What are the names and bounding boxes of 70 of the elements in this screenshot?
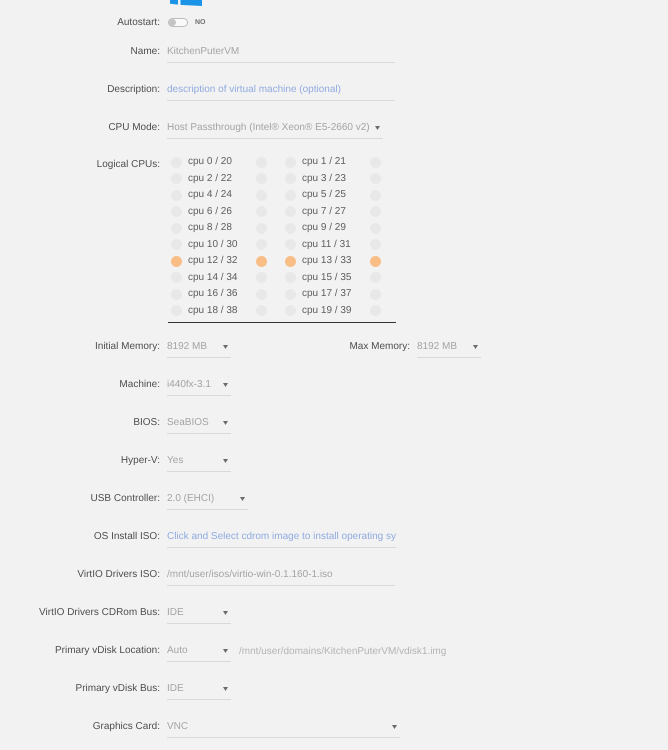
cpu-label: cpu 1 / 21 <box>302 155 347 170</box>
dropdown-select[interactable]: VNC <box>167 716 400 738</box>
field-label: VirtIO Drivers ISO: <box>76 568 160 582</box>
cpu-label: cpu 19 / 39 <box>302 304 352 318</box>
dropdown-select[interactable]: Host Passthrough (Intel® Xeon® E5-2660 v2) <box>167 118 383 138</box>
field-label: VirtIO Drivers CDRom Bus: <box>38 606 160 620</box>
field-label: Name: <box>130 45 160 59</box>
cpu-label: cpu 14 / 34 <box>188 270 238 285</box>
field-label: Graphics Card: <box>92 720 160 734</box>
tile-logo-icon <box>170 0 202 6</box>
text-field[interactable]: KitchenPuterVM <box>167 42 395 62</box>
caret-icon <box>223 610 228 614</box>
vdisk-path-text: /mnt/user/domains/KitchenPuterVM/vdisk1.img <box>239 644 446 658</box>
cpu-label: cpu 13 / 33 <box>302 254 352 268</box>
field-label: OS Install ISO: <box>92 530 160 544</box>
field-label: Description: <box>106 83 160 97</box>
field-label: Initial Memory: <box>94 340 160 354</box>
cpu-label: cpu 6 / 26 <box>188 204 233 219</box>
caret-icon <box>223 382 228 386</box>
cpu-label: cpu 16 / 36 <box>188 287 238 302</box>
field-label: BIOS: <box>132 416 160 430</box>
text-field[interactable]: /mnt/user/isos/virtio-win-0.1.160-1.iso <box>167 564 395 586</box>
cpu-label: cpu 11 / 31 <box>302 238 352 252</box>
cpu-checkbox[interactable] <box>256 256 267 267</box>
field-label: Autostart: <box>116 16 160 30</box>
cpu-checkbox[interactable] <box>285 256 296 267</box>
field-label: Primary vDisk Bus: <box>74 682 160 696</box>
dropdown-select[interactable]: i440fx-3.1 <box>167 374 231 396</box>
field-label: Max Memory: <box>348 340 410 354</box>
cpu-label: cpu 10 / 30 <box>188 238 238 252</box>
field-label: Logical CPUs: <box>96 158 160 172</box>
caret-icon <box>223 458 228 462</box>
field-label: USB Controller: <box>90 492 160 506</box>
text-field[interactable]: Click and Select cdrom image to install operating sy <box>167 526 396 548</box>
autostart-toggle[interactable] <box>168 18 188 27</box>
cpu-checkbox[interactable] <box>370 256 381 267</box>
cpu-label: cpu 18 / 38 <box>188 304 238 318</box>
caret-icon <box>374 126 380 130</box>
field-label: CPU Mode: <box>107 121 160 135</box>
caret-icon <box>473 344 478 348</box>
cpu-label: cpu 17 / 37 <box>302 287 352 302</box>
cpu-label: cpu 7 / 27 <box>302 204 347 219</box>
cpu-label: cpu 8 / 28 <box>188 221 233 236</box>
cpu-checkbox[interactable] <box>171 256 182 267</box>
cpu-label: cpu 4 / 24 <box>188 188 233 202</box>
dropdown-select[interactable]: Auto <box>167 640 231 662</box>
dropdown-select[interactable]: 8192 MB <box>417 336 481 358</box>
dropdown-select[interactable]: 2.0 (EHCI) <box>167 488 248 510</box>
cpu-label: cpu 3 / 23 <box>302 172 347 186</box>
cpu-label: cpu 5 / 25 <box>302 188 347 202</box>
dropdown-select[interactable]: IDE <box>167 678 231 700</box>
dropdown-select[interactable]: 8192 MB <box>167 336 231 358</box>
cpu-label: cpu 0 / 20 <box>188 155 233 170</box>
caret-icon <box>240 496 245 500</box>
cpu-label: cpu 9 / 29 <box>302 221 347 236</box>
field-label: Primary vDisk Location: <box>54 644 160 658</box>
dropdown-select[interactable]: SeaBIOS <box>167 412 231 434</box>
text-field[interactable]: description of virtual machine (optional) <box>167 80 395 100</box>
cpu-label: cpu 2 / 22 <box>188 172 233 186</box>
caret-icon <box>223 420 228 424</box>
field-label: Machine: <box>118 378 160 392</box>
caret-icon <box>392 724 397 728</box>
dropdown-select[interactable]: Yes <box>167 450 231 472</box>
cpu-label: cpu 15 / 35 <box>302 270 352 285</box>
field-label: Hyper-V: <box>120 454 160 468</box>
caret-icon <box>223 648 228 652</box>
dropdown-select[interactable]: IDE <box>167 602 231 624</box>
caret-icon <box>223 344 228 348</box>
caret-icon <box>223 686 228 690</box>
cpu-label: cpu 12 / 32 <box>188 254 238 268</box>
